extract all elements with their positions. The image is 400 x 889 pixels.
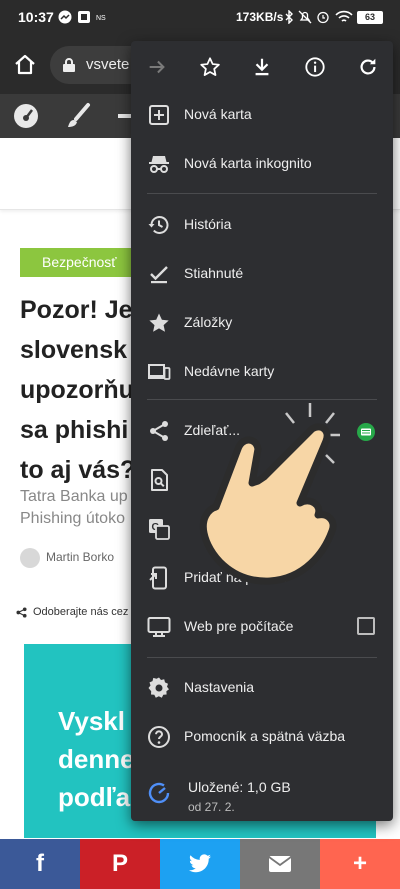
- bookmark-star-icon: [149, 313, 169, 332]
- forward-arrow-icon: [149, 60, 165, 74]
- network-speed: 173KB/s: [236, 10, 284, 24]
- menu-item-label: Web pre počítače: [184, 618, 294, 634]
- menu-item-label: Záložky: [184, 314, 233, 330]
- banner-line: denne: [58, 744, 135, 774]
- menu-item-history[interactable]: História: [131, 201, 393, 249]
- status-bar: 10:37 NS 173KB/s 63: [0, 0, 400, 36]
- more-share-icon: +: [352, 850, 367, 877]
- share-small-icon: [16, 607, 27, 618]
- history-icon: [148, 216, 169, 234]
- avatar: [20, 547, 40, 568]
- email-icon: [268, 856, 292, 872]
- star-icon: [200, 57, 220, 76]
- bookmark-button[interactable]: [196, 53, 224, 81]
- info-icon: [305, 57, 325, 77]
- screen-record-icon: [78, 11, 90, 23]
- reload-button[interactable]: [354, 53, 382, 81]
- menu-item-label: Nedávne karty: [184, 363, 275, 379]
- nav-icon-partial[interactable]: [118, 114, 132, 118]
- menu-item-recent-tabs[interactable]: Nedávne karty: [131, 348, 393, 396]
- reload-icon: [360, 58, 376, 75]
- recent-tabs-icon: [148, 364, 171, 380]
- menu-item-label: Pomocník a spätná väzba: [184, 728, 346, 744]
- menu-divider: [147, 657, 377, 658]
- wifi-icon: [335, 10, 353, 22]
- subscribe-line[interactable]: Odoberajte nás cez: [16, 606, 128, 618]
- email-share-button[interactable]: [240, 839, 320, 889]
- menu-item-storage-savings[interactable]: Uložené: 1,0 GB od 27. 2.: [131, 767, 393, 819]
- lock-icon: [63, 58, 75, 72]
- facebook-icon: f: [36, 850, 44, 877]
- more-share-button[interactable]: +: [320, 839, 400, 889]
- menu-item-incognito-tab[interactable]: Nová karta inkognito: [131, 140, 393, 188]
- battery-icon: 63: [357, 11, 383, 24]
- svg-text:NS: NS: [96, 15, 106, 22]
- article-author[interactable]: Martin Borko: [20, 546, 114, 568]
- tap-hand-overlay: [199, 403, 340, 585]
- mute-icon: [298, 10, 312, 24]
- twitter-icon: [189, 854, 211, 873]
- desktop-site-icon: [147, 617, 171, 637]
- data-saver-gauge-icon: [148, 782, 170, 804]
- category-tag[interactable]: Bezpečnosť: [20, 248, 139, 277]
- twitter-share-button[interactable]: [160, 839, 240, 889]
- menu-action-row: [131, 41, 393, 93]
- bluetooth-icon: [285, 10, 293, 24]
- banner-line: Vyskl: [58, 706, 125, 736]
- storage-saved-label: Uložené: 1,0 GB: [188, 779, 291, 795]
- pointing-hand-icon: [199, 423, 337, 585]
- subscribe-text: Odoberajte nás cez: [33, 606, 129, 618]
- new-tab-icon: [149, 105, 169, 125]
- pinterest-share-button[interactable]: P: [80, 839, 160, 889]
- dashboard-icon[interactable]: [12, 102, 40, 130]
- menu-item-help-feedback[interactable]: Pomocník a spätná väzba: [131, 713, 393, 761]
- menu-item-downloads[interactable]: Stiahnuté: [131, 250, 393, 298]
- storage-saved-since: od 27. 2.: [188, 800, 235, 814]
- incognito-icon: [149, 156, 169, 173]
- menu-item-settings[interactable]: Nastavenia: [131, 664, 393, 712]
- menu-item-label: Nová karta inkognito: [184, 155, 312, 171]
- page-info-button[interactable]: [301, 53, 329, 81]
- url-text: vsvete: [86, 56, 130, 73]
- alarm-icon: [317, 11, 329, 24]
- desktop-site-checkbox[interactable]: [357, 617, 375, 635]
- author-name: Martin Borko: [46, 550, 115, 564]
- download-button[interactable]: [248, 53, 276, 81]
- menu-item-label: Nastavenia: [184, 679, 255, 695]
- menu-item-label: Stiahnuté: [184, 265, 244, 281]
- menu-item-bookmarks[interactable]: Záložky: [131, 299, 393, 347]
- help-icon: [148, 726, 170, 748]
- download-icon: [255, 58, 269, 76]
- settings-gear-icon: [148, 677, 169, 698]
- messenger-icon: [58, 10, 72, 24]
- pinterest-icon: P: [111, 850, 128, 877]
- forward-button[interactable]: [143, 53, 171, 81]
- social-share-bar: f P +: [0, 839, 400, 889]
- home-icon[interactable]: [13, 53, 37, 77]
- menu-item-desktop-site[interactable]: Web pre počítače: [131, 603, 393, 651]
- banner-line: podľa: [58, 782, 131, 812]
- brush-icon[interactable]: [64, 102, 92, 130]
- status-time: 10:37: [18, 9, 54, 25]
- ns-icon: NS: [96, 15, 106, 22]
- downloads-check-icon: [150, 266, 168, 284]
- menu-divider: [147, 193, 377, 194]
- facebook-share-button[interactable]: f: [0, 839, 80, 889]
- menu-item-label: História: [184, 216, 232, 232]
- menu-item-new-tab[interactable]: Nová karta: [131, 91, 393, 139]
- menu-item-label: Nová karta: [184, 106, 252, 122]
